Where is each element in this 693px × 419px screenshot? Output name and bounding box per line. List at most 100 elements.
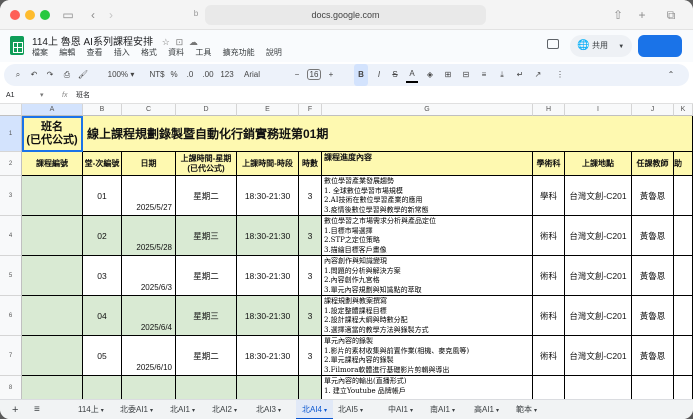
row-header-3[interactable]: 3 [0,176,22,216]
cell-place[interactable]: 台灣文創-C201 [565,256,632,296]
header-assistant[interactable]: 助 [674,152,693,176]
bold-button[interactable]: B [354,64,368,86]
header-type[interactable]: 學術科 [533,152,565,176]
cell-teacher[interactable]: 黃魯恩 [632,176,674,216]
cell-course-content[interactable]: 課程規劃與教案撰寫 1.設定整體課程目標 2.設計課程大綱與時數分配 3.選擇適當的教… [322,296,533,336]
font-size-input[interactable]: 16 [306,64,322,86]
cell-type[interactable]: 術科 [533,336,565,376]
cell-time[interactable]: 18:30-21:30 [237,256,299,296]
cell-course-content[interactable]: 單元內容的錄製 1.影片的素材收集與前置作業(相機、麥克風等) 2.單元課程內容的錄… [322,336,533,376]
row-header-4[interactable]: 4 [0,216,22,256]
sheet-tab[interactable]: 範本 ▾ [516,400,537,419]
redo-icon[interactable]: ↷ [44,64,56,86]
cell-hours[interactable]: 3 [299,176,322,216]
text-wrap-icon[interactable]: ↵ [514,64,526,86]
move-icon[interactable]: ⊡ [176,37,184,47]
row-header-7[interactable]: 7 [0,336,22,376]
percent-format-button[interactable]: % [168,64,180,86]
cell-assistant[interactable] [674,216,693,256]
header-teacher[interactable]: 任課教師 [632,152,674,176]
column-header-j[interactable]: J [632,104,674,116]
document-title[interactable]: 114上 魯恩 AI系列課程安排 ☆ ⊡ ☁ [32,33,198,48]
header-course-id[interactable]: 課程編號 [22,152,83,176]
name-box[interactable]: A1 [6,88,15,104]
formula-input[interactable]: 班名 [76,88,90,104]
cell-day[interactable]: 星期二 [176,336,237,376]
column-header-i[interactable]: I [565,104,632,116]
cell-course-id[interactable] [22,376,83,399]
sheet-tab[interactable]: 高AI1 ▾ [474,400,499,419]
cell-date[interactable] [122,376,176,399]
cloud-status-icon[interactable]: ☁ [189,37,198,47]
share-browser-icon[interactable]: ⇧ [612,6,624,24]
sheet-tab[interactable]: 北委AI1 ▾ [120,400,153,419]
increase-decimal-button[interactable]: .00 [200,64,216,86]
add-sheet-button[interactable]: + [12,400,18,419]
menu-edit[interactable]: 編輯 [59,48,75,57]
row-header-6[interactable]: 6 [0,296,22,336]
cell-time[interactable]: 18:30-21:30 [237,296,299,336]
cell-assistant[interactable] [674,376,693,399]
font-size-increase-button[interactable]: + [326,64,336,86]
cell-time[interactable]: 18:30-21:30 [237,216,299,256]
cell-day[interactable] [176,376,237,399]
select-all-corner[interactable] [0,104,22,116]
comments-icon[interactable] [547,39,559,49]
cell-assistant[interactable] [674,256,693,296]
decrease-decimal-button[interactable]: .0 [184,64,196,86]
sheet-tab[interactable]: 北AI1 ▾ [170,400,195,419]
cell-teacher[interactable]: 黃魯恩 [632,256,674,296]
more-tools-icon[interactable]: ⋮ [554,64,566,86]
cell-place[interactable]: 台灣文創-C201 [565,336,632,376]
menu-extensions[interactable]: 擴充功能 [223,48,255,57]
cell-no[interactable]: 05 [83,336,122,376]
primary-action-button[interactable] [638,35,682,57]
cell-no[interactable]: 01 [83,176,122,216]
header-content[interactable]: 課程進度內容 [322,152,533,176]
name-box-dropdown-icon[interactable]: ▾ [40,88,44,104]
borders-icon[interactable]: ⊞ [442,64,454,86]
header-location[interactable]: 上課地點 [565,152,632,176]
cell-type[interactable]: 術科 [533,216,565,256]
cell-course-id[interactable] [22,256,83,296]
cell-teacher[interactable]: 黃魯恩 [632,336,674,376]
merge-cells-icon[interactable]: ⊟ [460,64,472,86]
column-header-c[interactable]: C [122,104,176,116]
cell-no[interactable]: 03 [83,256,122,296]
header-hours[interactable]: 時數 [299,152,322,176]
cell-type[interactable] [533,376,565,399]
address-bar[interactable]: docs.google.com [205,5,486,25]
cell-day[interactable]: 星期二 [176,176,237,216]
sheet-tab[interactable]: 南AI1 ▾ [430,400,455,419]
cell-date[interactable]: 2025/6/3 [122,256,176,296]
strikethrough-icon[interactable]: S [390,64,400,86]
menu-view[interactable]: 查看 [86,48,102,57]
cell-teacher[interactable]: 黃魯恩 [632,216,674,256]
row-header-5[interactable]: 5 [0,256,22,296]
cell-time[interactable]: 18:30-21:30 [237,336,299,376]
undo-icon[interactable]: ↶ [28,64,40,86]
cell-place[interactable]: 台灣文創-C201 [565,296,632,336]
cell-date[interactable]: 2025/5/27 [122,176,176,216]
cell-day[interactable]: 星期二 [176,256,237,296]
sheet-tab[interactable]: 北AI2 ▾ [212,400,237,419]
cell-hours[interactable]: 3 [299,256,322,296]
cell-type[interactable]: 術科 [533,296,565,336]
sheets-logo-icon[interactable] [10,36,24,55]
menu-file[interactable]: 檔案 [32,48,48,57]
cell-course-id[interactable] [22,296,83,336]
new-tab-icon[interactable]: + [636,6,648,24]
cell-course-content[interactable]: 單元內容的輸出(直播形式) 1. 建立Youtube 品牌帳戶 [322,376,533,399]
menu-insert[interactable]: 插入 [114,48,130,57]
header-time-slot[interactable]: 上課時間-時段 [237,152,299,176]
close-window-button[interactable] [10,10,20,20]
cell-no[interactable] [83,376,122,399]
vertical-align-icon[interactable]: ⤓ [496,64,508,86]
sheet-tab[interactable]: 北AI5 ▾ [338,400,363,419]
header-weekday[interactable]: 上課時間-星期 (已代公式) [176,152,237,176]
cell-assistant[interactable] [674,336,693,376]
sidebar-icon[interactable]: ▭ [62,6,74,24]
cell-type[interactable]: 學科 [533,176,565,216]
fill-color-icon[interactable]: ◈ [424,64,436,86]
header-session-id[interactable]: 堂-次編號 [83,152,122,176]
